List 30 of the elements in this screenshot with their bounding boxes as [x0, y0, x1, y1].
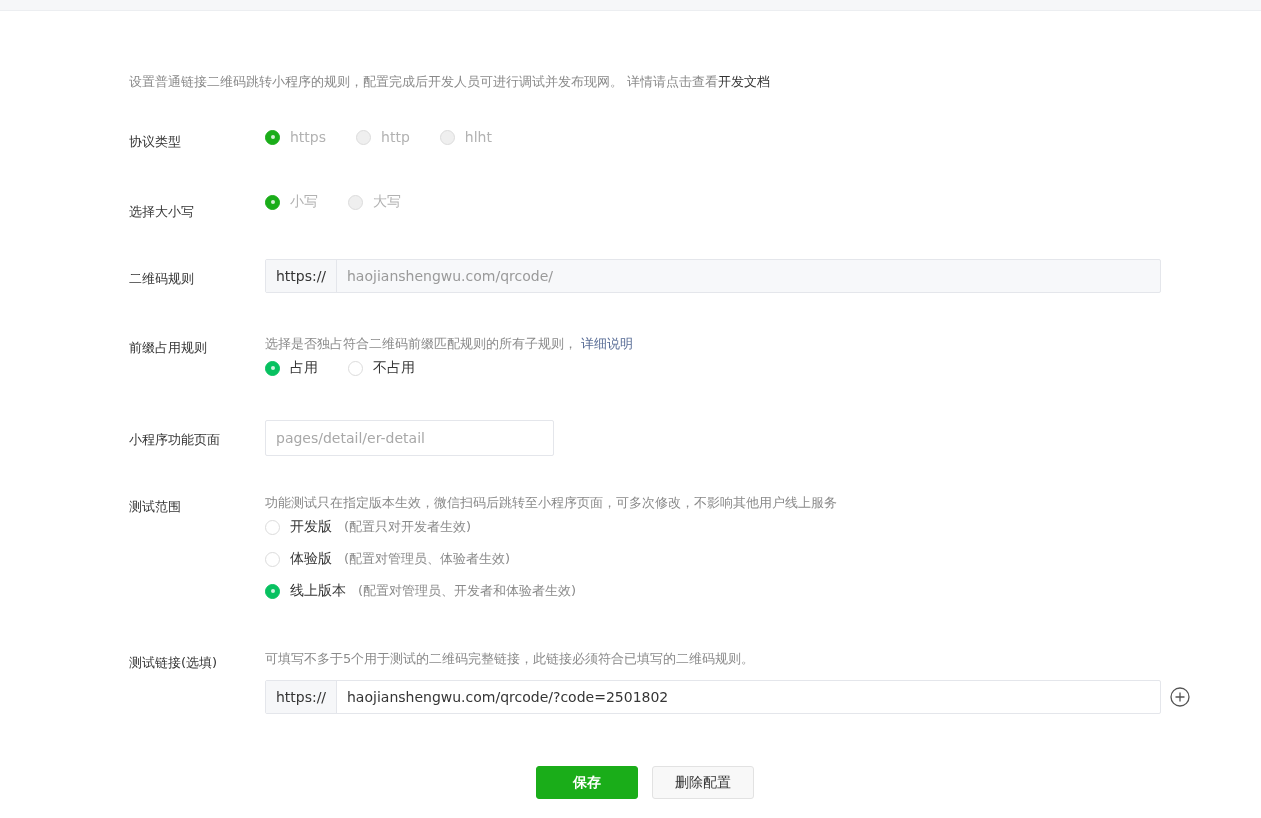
details-link[interactable]: 详细说明	[581, 336, 634, 351]
field-label: 协议类型	[129, 133, 182, 151]
url-field[interactable]: https:// haojianshengwu.com/qrcode/?code=2501802	[265, 680, 1161, 714]
radio-option[interactable]: 开发版 (配置只对开发者生效)	[265, 518, 1261, 536]
field-label: 测试范围	[129, 498, 182, 516]
radio-button[interactable]	[265, 360, 280, 376]
field-label: 小程序功能页面	[129, 431, 221, 449]
field-description: 功能测试只在指定版本生效，微信扫码后跳转至小程序页面，可多次修改，不影响其他用户线上服务	[265, 494, 838, 512]
docs-link[interactable]: 开发文档	[718, 74, 771, 89]
radio-option[interactable]: 体验版 (配置对管理员、体验者生效)	[265, 550, 1261, 568]
field-label: 选择大小写	[129, 203, 195, 221]
radio-option[interactable]: 不占用	[348, 359, 415, 377]
prefix-label: https://	[266, 681, 337, 713]
radio-option[interactable]: 线上版本 (配置对管理员、开发者和体验者生效)	[265, 582, 1261, 600]
field-label: 前缀占用规则	[129, 339, 208, 357]
delete-button[interactable]: 删除配置	[652, 766, 754, 799]
field-description: 选择是否独占符合二维码前缀匹配规则的所有子规则， 详细说明	[265, 335, 635, 353]
page-path-field[interactable]: pages/detail/er-detail	[265, 420, 554, 456]
option-note: (配置只对开发者生效)	[344, 518, 472, 536]
field-label: 测试链接(选填)	[129, 654, 219, 672]
intro-text: 设置普通链接二维码跳转小程序的规则，配置完成后开发人员可进行调试并发布现网。 详情请点击查看开发文档	[129, 73, 772, 91]
option-note: (配置对管理员、开发者和体验者生效)	[358, 582, 577, 600]
radio-button[interactable]	[265, 583, 280, 599]
add-icon[interactable]	[1170, 687, 1190, 707]
option-note: (配置对管理员、体验者生效)	[344, 550, 511, 568]
prefix-label: https://	[266, 260, 337, 292]
radio-option[interactable]: 占用	[265, 359, 318, 377]
field-description: 可填写不多于5个用于测试的二维码完整链接，此链接必须符合已填写的二维码规则。	[265, 650, 756, 668]
test-link-field[interactable]: haojianshengwu.com/qrcode/?code=2501802	[337, 681, 1160, 713]
field-label: 二维码规则	[129, 270, 195, 288]
